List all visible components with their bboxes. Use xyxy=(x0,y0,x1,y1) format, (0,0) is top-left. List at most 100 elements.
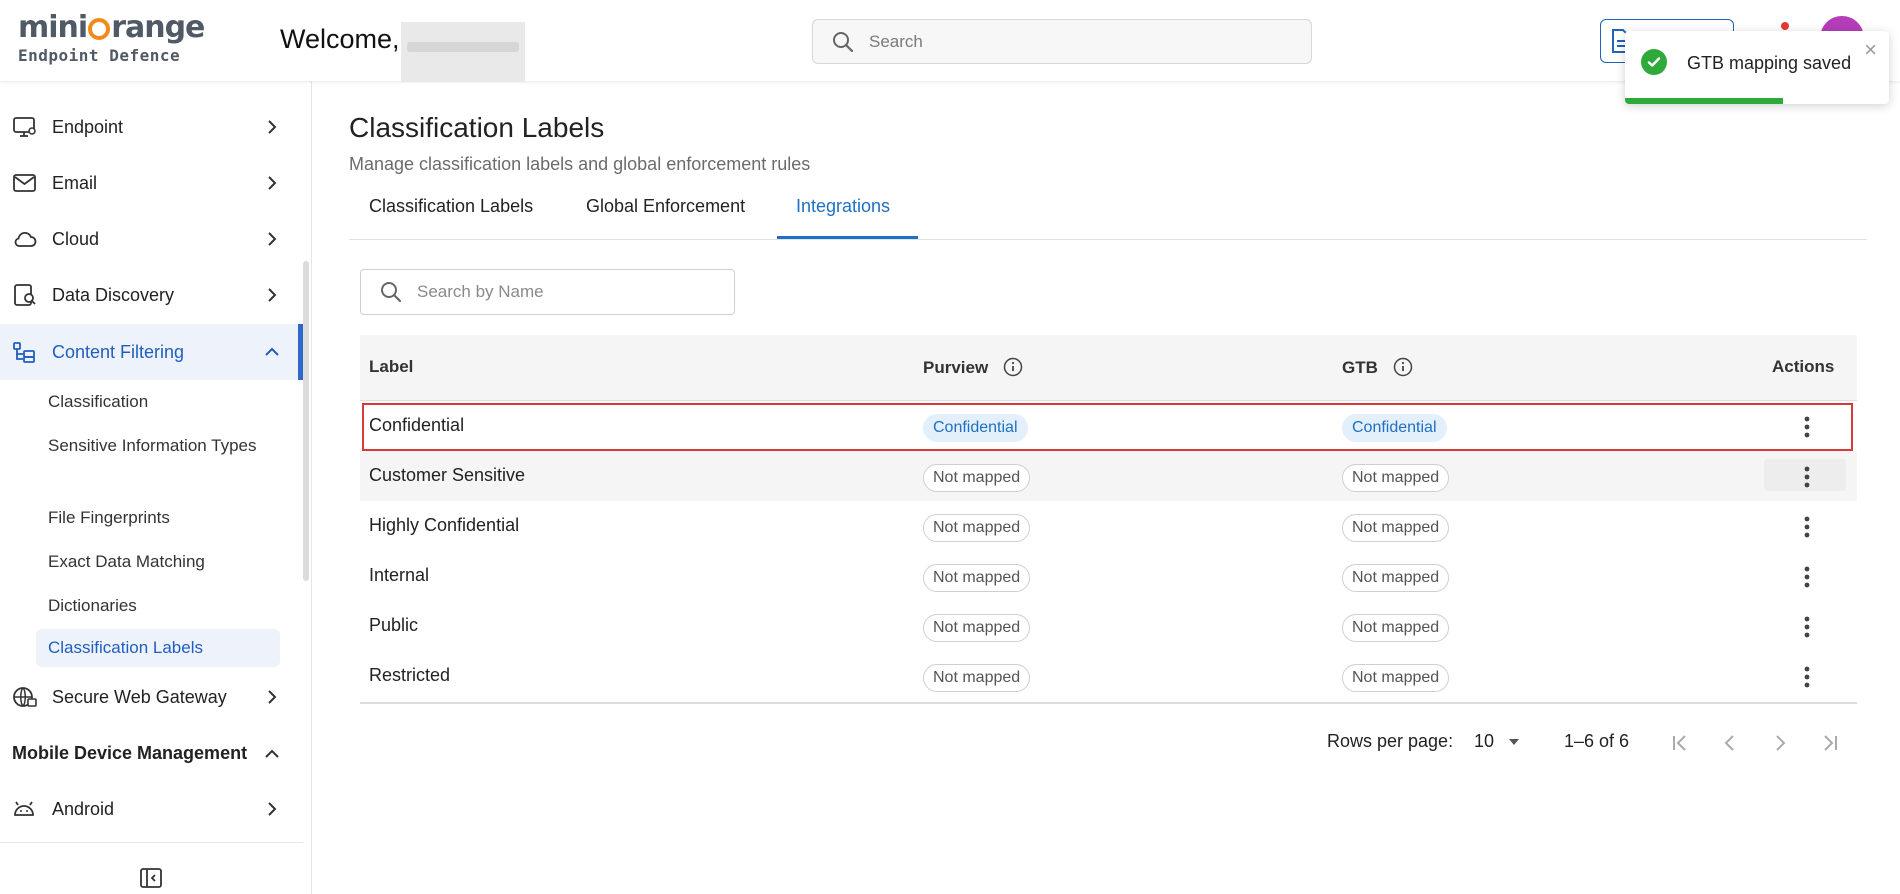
mail-icon xyxy=(13,174,36,192)
sidebar-item-label: Content Filtering xyxy=(52,341,185,362)
notification-badge xyxy=(1781,22,1789,30)
table-row[interactable]: Public Not mapped Not mapped xyxy=(360,601,1857,651)
sidebar-item-email[interactable]: Email xyxy=(0,155,303,211)
sidebar-item-label: Data Discovery xyxy=(52,284,175,305)
tab-classification-labels[interactable]: Classification Labels xyxy=(369,196,533,217)
page-title: Classification Labels xyxy=(349,112,605,143)
collapse-sidebar-icon[interactable] xyxy=(139,866,163,890)
column-header-label: Label xyxy=(369,357,414,376)
data-discovery-icon xyxy=(14,284,36,306)
cloud-icon xyxy=(14,231,37,247)
sidebar-subitem-dictionaries[interactable]: Dictionaries xyxy=(48,593,137,618)
purview-mapping-chip: Not mapped xyxy=(923,664,1031,692)
gtb-mapping-chip: Not mapped xyxy=(1342,664,1450,692)
chevron-right-icon xyxy=(268,288,277,302)
global-search-input[interactable]: Search xyxy=(812,19,1312,64)
close-icon[interactable]: × xyxy=(1864,37,1877,63)
tab-integrations[interactable]: Integrations xyxy=(796,196,890,217)
sidebar-item-label: Cloud xyxy=(52,228,100,249)
pagination-range: 1–6 of 6 xyxy=(1564,731,1630,751)
chevron-right-icon xyxy=(268,120,277,134)
column-header-gtb: GTB xyxy=(1342,357,1413,378)
sidebar: Endpoint Email Cloud Data Discovery Cont… xyxy=(0,81,312,894)
more-options-icon[interactable] xyxy=(1796,614,1818,640)
gtb-mapping-chip: Not mapped xyxy=(1342,464,1450,492)
chevron-right-icon xyxy=(268,802,277,816)
gtb-mapping-chip: Not mapped xyxy=(1342,514,1450,542)
search-icon xyxy=(381,282,402,303)
table-row[interactable]: Highly Confidential Not mapped Not mapped xyxy=(360,501,1857,551)
more-options-icon[interactable] xyxy=(1796,514,1818,540)
table-header: Label Purview GTB Actions xyxy=(360,335,1857,401)
gtb-mapping-chip: Confidential xyxy=(1342,414,1447,442)
tabs: Classification Labels Global Enforcement… xyxy=(349,186,1867,240)
chevron-right-icon xyxy=(268,176,277,190)
sidebar-item-label: Endpoint xyxy=(52,116,124,137)
toast-message: GTB mapping saved xyxy=(1687,53,1852,73)
table-bottom-border xyxy=(360,702,1857,704)
chevron-up-icon xyxy=(265,347,279,356)
info-icon[interactable] xyxy=(1003,357,1023,377)
sidebar-item-secure-web-gateway[interactable]: Secure Web Gateway xyxy=(0,669,303,725)
logo-subtitle: Endpoint Defence xyxy=(18,46,181,65)
sidebar-item-android[interactable]: Android xyxy=(0,781,303,837)
purview-mapping-chip: Not mapped xyxy=(923,514,1031,542)
sidebar-item-endpoint[interactable]: Endpoint xyxy=(0,99,303,155)
purview-mapping-chip: Not mapped xyxy=(923,464,1031,492)
sidebar-item-label: Secure Web Gateway xyxy=(52,686,227,707)
last-page-icon[interactable] xyxy=(1818,731,1842,755)
purview-mapping-chip: Confidential xyxy=(923,414,1028,442)
row-label: Restricted xyxy=(369,665,451,685)
search-by-name-placeholder: Search by Name xyxy=(417,282,544,301)
chevron-right-icon xyxy=(268,232,277,246)
previous-page-icon[interactable] xyxy=(1718,731,1742,755)
table-row[interactable]: Restricted Not mapped Not mapped xyxy=(360,651,1857,701)
sidebar-scrollbar[interactable] xyxy=(303,261,309,581)
column-header-purview: Purview xyxy=(923,357,1023,378)
row-label: Confidential xyxy=(369,415,465,435)
next-page-icon[interactable] xyxy=(1768,731,1792,755)
column-header-actions: Actions xyxy=(1772,357,1835,376)
row-label: Public xyxy=(369,615,419,635)
tab-global-enforcement[interactable]: Global Enforcement xyxy=(586,196,745,217)
gtb-mapping-chip: Not mapped xyxy=(1342,564,1450,592)
logo: mini range Endpoint Defence xyxy=(18,12,208,72)
sidebar-item-label: Email xyxy=(52,172,98,193)
welcome-text: Welcome, xyxy=(280,24,400,54)
more-options-icon[interactable] xyxy=(1796,414,1818,440)
globe-lock-icon xyxy=(13,687,37,707)
info-icon[interactable] xyxy=(1393,357,1413,377)
search-icon xyxy=(833,31,854,52)
table-row[interactable]: Customer Sensitive Not mapped Not mapped xyxy=(360,451,1857,501)
sidebar-item-data-discovery[interactable]: Data Discovery xyxy=(0,267,303,323)
sidebar-subitem-sensitive-information-types[interactable]: Sensitive Information Types xyxy=(48,433,278,458)
more-options-icon[interactable] xyxy=(1796,464,1818,490)
redacted-username xyxy=(401,22,525,82)
sidebar-item-label: Android xyxy=(52,798,115,819)
sidebar-subitem-classification-labels[interactable]: Classification Labels xyxy=(36,629,280,667)
table-row[interactable]: Internal Not mapped Not mapped xyxy=(360,551,1857,601)
rows-per-page-select[interactable]: 10 xyxy=(1474,731,1521,752)
chevron-right-icon xyxy=(268,690,277,704)
check-circle-icon xyxy=(1641,49,1667,75)
sidebar-item-cloud[interactable]: Cloud xyxy=(0,211,303,267)
toast-progress-bar xyxy=(1625,98,1784,104)
search-by-name-input[interactable]: Search by Name xyxy=(360,269,735,315)
success-toast: GTB mapping saved × xyxy=(1625,31,1889,104)
sidebar-subitem-classification[interactable]: Classification xyxy=(48,389,148,414)
caret-down-icon xyxy=(1509,739,1520,745)
sidebar-section-mdm[interactable]: Mobile Device Management xyxy=(12,743,247,764)
gtb-mapping-chip: Not mapped xyxy=(1342,614,1450,642)
table-row[interactable]: Confidential Confidential Confidential xyxy=(360,401,1857,451)
more-options-icon[interactable] xyxy=(1796,564,1818,590)
sidebar-subitem-file-fingerprints[interactable]: File Fingerprints xyxy=(48,505,170,530)
row-label: Customer Sensitive xyxy=(369,465,526,485)
more-options-icon[interactable] xyxy=(1796,664,1818,690)
first-page-icon[interactable] xyxy=(1668,731,1692,755)
chevron-up-icon[interactable] xyxy=(262,744,282,764)
row-label: Highly Confidential xyxy=(369,515,520,535)
sidebar-divider xyxy=(0,842,303,843)
sidebar-item-content-filtering[interactable]: Content Filtering xyxy=(0,324,303,380)
rows-per-page-label: Rows per page: xyxy=(1327,731,1454,751)
sidebar-subitem-exact-data-matching[interactable]: Exact Data Matching xyxy=(48,549,205,574)
